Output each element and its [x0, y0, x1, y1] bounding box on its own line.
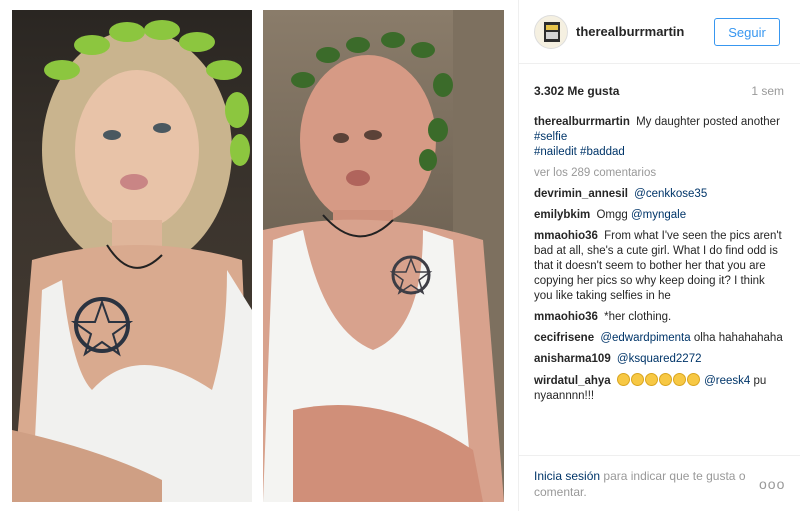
post-username[interactable]: therealburrmartin — [576, 24, 684, 39]
comment-item: anisharma109 @ksquared2272 — [534, 352, 784, 367]
comment-mention[interactable]: @myngale — [631, 209, 686, 221]
laughing-emoji-icon — [630, 373, 644, 386]
post-sidebar: therealburrmartin Seguir 3.302 Me gusta … — [519, 0, 800, 511]
comment-mention[interactable]: @edwardpimenta — [600, 332, 690, 344]
comment-mention[interactable]: @reesk4 — [704, 375, 750, 387]
caption-text: My daughter posted another — [636, 116, 780, 128]
comment-mention[interactable]: @cenkkose35 — [634, 188, 707, 200]
comment-item: devrimin_annesil @cenkkose35 — [534, 187, 784, 202]
comment-item: cecifrisene @edwardpimenta olha hahahaha… — [534, 331, 784, 346]
comment-username[interactable]: emilybkim — [534, 209, 590, 221]
caption-username[interactable]: therealburrmartin — [534, 116, 630, 128]
comment-mention[interactable]: @ksquared2272 — [617, 353, 702, 365]
comment-item: wirdatul_ahya @reesk4 pu nyaannnn!!! — [534, 373, 784, 404]
follow-button[interactable]: Seguir — [714, 18, 780, 46]
login-prompt: Inicia sesión para indicar que te gusta … — [534, 468, 759, 500]
caption: therealburrmartin My daughter posted ano… — [534, 115, 784, 160]
comment-username[interactable]: devrimin_annesil — [534, 188, 628, 200]
login-link[interactable]: Inicia sesión — [534, 469, 600, 483]
post-header: therealburrmartin Seguir — [519, 0, 800, 64]
laughing-emoji-icon — [644, 373, 658, 386]
laughing-emoji-icon — [672, 373, 686, 386]
post-media — [0, 0, 518, 511]
laughing-emoji-icon — [616, 373, 630, 386]
post-stats: 3.302 Me gusta 1 sem — [534, 84, 784, 100]
hashtag-selfie[interactable]: #selfie — [534, 131, 567, 143]
comment-text: olha hahahahaha — [693, 332, 783, 344]
comment-text: Omgg — [596, 209, 628, 221]
likes-count[interactable]: 3.302 Me gusta — [534, 84, 619, 98]
post-time[interactable]: 1 sem — [751, 84, 784, 98]
comment-item: mmaohio36 *her clothing. — [534, 310, 784, 325]
photo-daughter — [12, 10, 252, 502]
laughing-emoji-icon — [658, 373, 672, 386]
laughing-emoji-icon — [686, 373, 700, 386]
hashtag-nailedit[interactable]: #nailedit — [534, 146, 577, 158]
avatar[interactable] — [534, 15, 568, 49]
comment-username[interactable]: mmaohio36 — [534, 311, 598, 323]
comment-item: mmaohio36 From what I've seen the pics a… — [534, 229, 784, 304]
comment-username[interactable]: mmaohio36 — [534, 230, 598, 242]
comment-username[interactable]: cecifrisene — [534, 332, 594, 344]
photo-dad — [263, 10, 504, 502]
comment-item: emilybkim Omgg @myngale — [534, 208, 784, 223]
hashtag-baddad[interactable]: #baddad — [580, 146, 625, 158]
comments-section: therealburrmartin My daughter posted ano… — [534, 115, 784, 455]
view-all-comments-link[interactable]: ver los 289 comentarios — [534, 166, 784, 181]
post-footer: Inicia sesión para indicar que te gusta … — [519, 455, 800, 511]
comment-username[interactable]: wirdatul_ahya — [534, 375, 611, 387]
comment-text: *her clothing. — [604, 311, 672, 323]
comment-username[interactable]: anisharma109 — [534, 353, 611, 365]
more-options-icon[interactable]: ooo — [759, 476, 785, 492]
